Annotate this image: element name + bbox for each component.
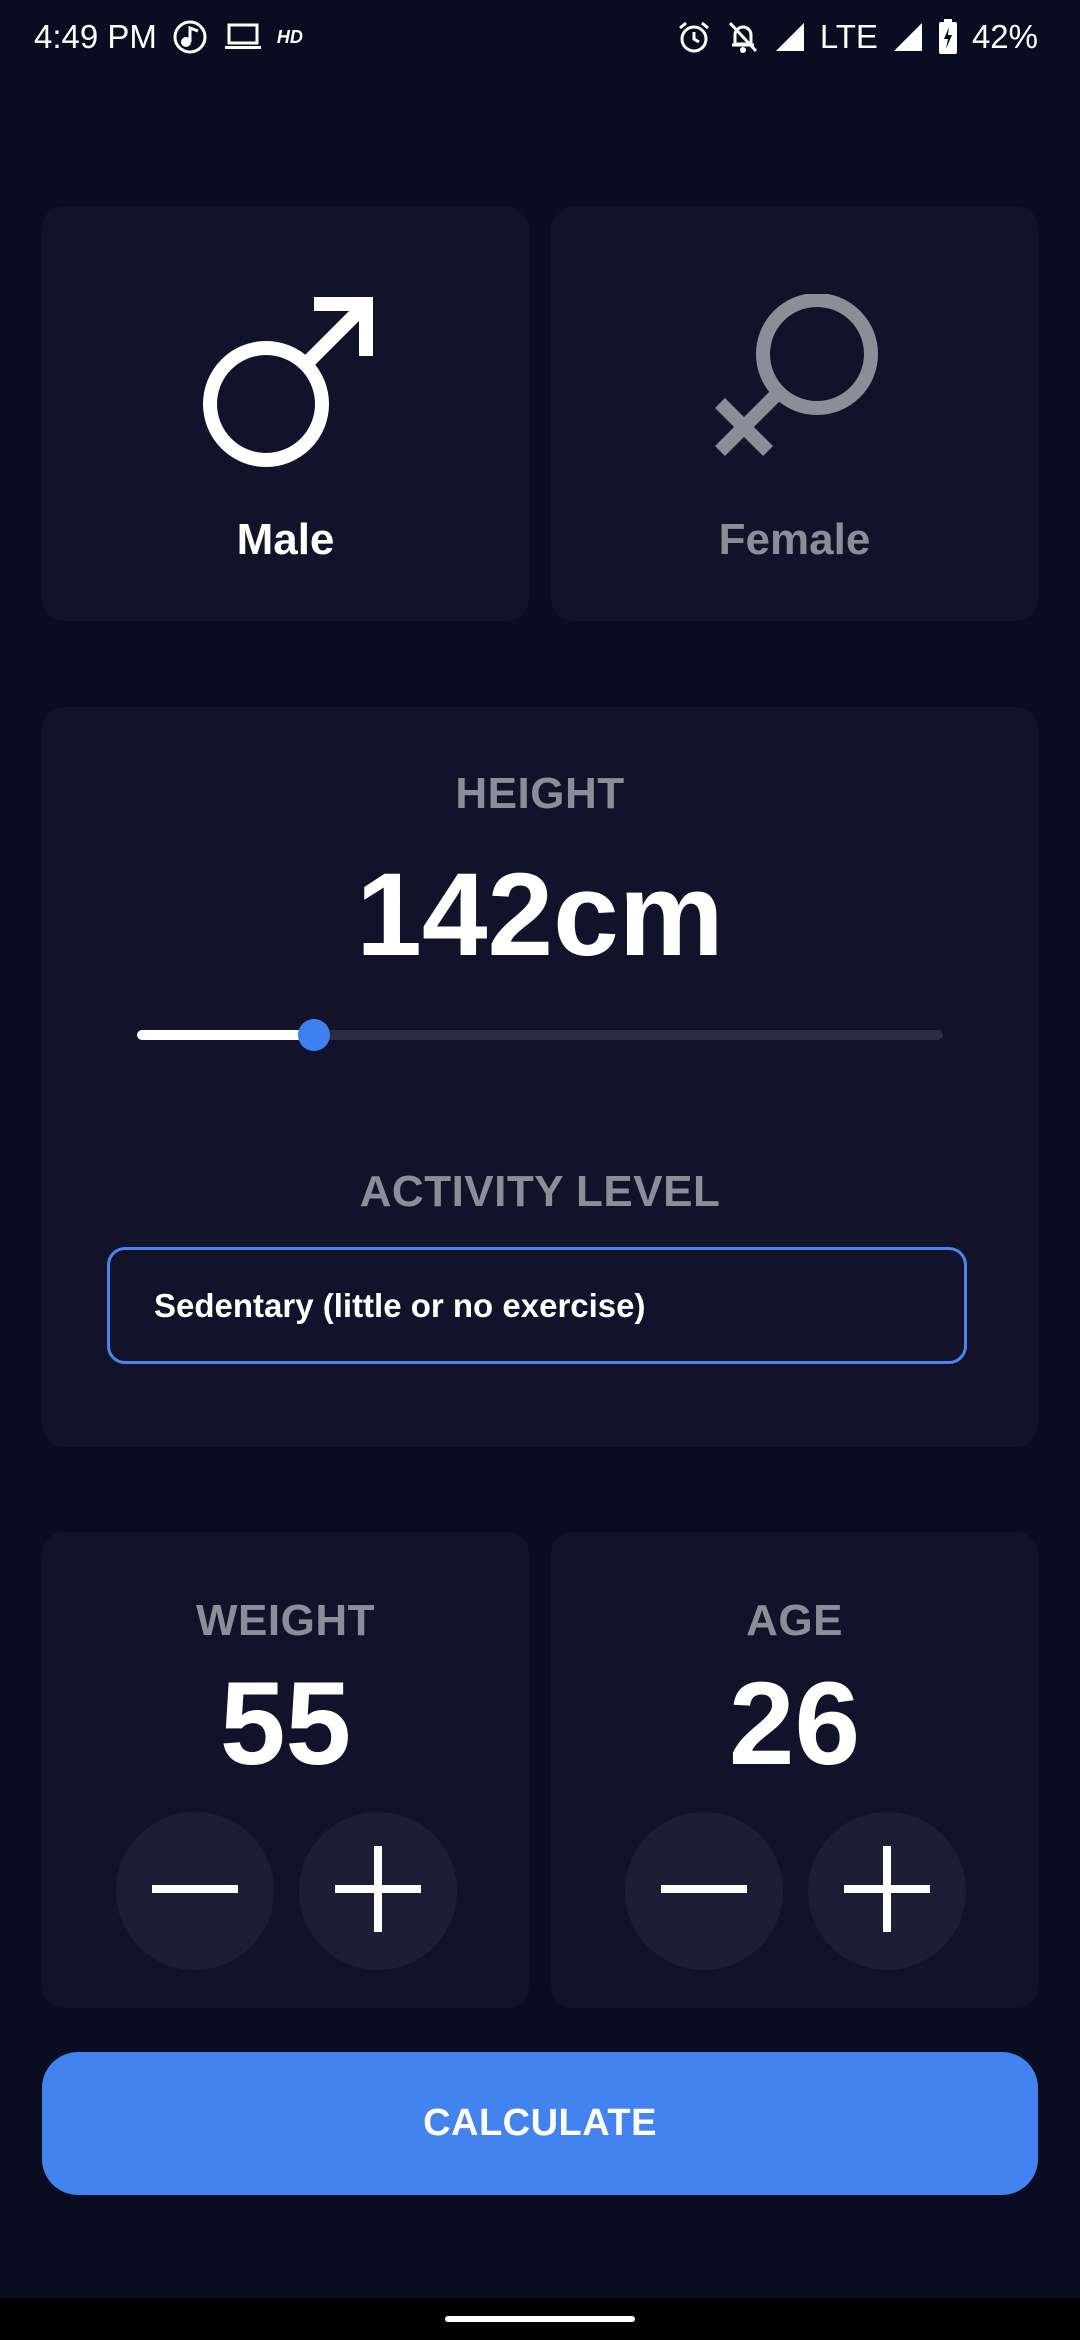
signal-icon bbox=[774, 21, 806, 53]
male-icon bbox=[196, 294, 376, 479]
height-activity-card: HEIGHT 142cm ACTIVITY LEVEL Sedentary (l… bbox=[42, 707, 1038, 1447]
weight-decrement-button[interactable] bbox=[116, 1812, 274, 1970]
minus-icon bbox=[659, 1844, 749, 1939]
calculate-label: CALCULATE bbox=[423, 2102, 657, 2144]
laptop-icon bbox=[223, 21, 263, 53]
activity-level-value: Sedentary (little or no exercise) bbox=[154, 1286, 646, 1324]
female-card[interactable]: Female bbox=[551, 206, 1038, 621]
alarm-icon bbox=[676, 19, 712, 55]
status-bar-right: LTE 42% bbox=[676, 18, 1038, 56]
status-bar: 4:49 PM HD LTE 42% bbox=[0, 0, 1080, 80]
music-notification-icon bbox=[171, 18, 209, 56]
height-slider[interactable] bbox=[137, 1018, 943, 1051]
slider-fill bbox=[137, 1030, 315, 1040]
male-label: Male bbox=[236, 515, 335, 564]
status-time: 4:49 PM bbox=[34, 18, 157, 55]
slider-thumb[interactable] bbox=[298, 1019, 331, 1051]
minus-icon bbox=[150, 1844, 240, 1939]
plus-icon bbox=[842, 1844, 932, 1939]
age-value: 26 bbox=[728, 1658, 861, 1790]
age-label: AGE bbox=[746, 1596, 843, 1645]
height-value: 142cm bbox=[356, 849, 724, 981]
female-icon bbox=[705, 293, 885, 479]
female-label: Female bbox=[718, 515, 871, 564]
battery-percent: 42% bbox=[971, 18, 1038, 55]
plus-icon bbox=[333, 1844, 423, 1939]
hd-icon: HD bbox=[276, 26, 303, 47]
activity-level-label: ACTIVITY LEVEL bbox=[359, 1167, 721, 1216]
calculate-button[interactable]: CALCULATE bbox=[42, 2052, 1038, 2195]
home-indicator[interactable] bbox=[445, 2316, 635, 2322]
weight-increment-button[interactable] bbox=[299, 1812, 457, 1970]
weight-card: WEIGHT 55 bbox=[42, 1532, 529, 2008]
height-label: HEIGHT bbox=[455, 769, 625, 818]
weight-label: WEIGHT bbox=[196, 1596, 375, 1645]
network-type: LTE bbox=[819, 18, 878, 55]
status-bar-left: 4:49 PM HD bbox=[34, 18, 303, 56]
battery-charging-icon bbox=[938, 19, 958, 55]
male-card[interactable]: Male bbox=[42, 206, 529, 621]
age-card: AGE 26 bbox=[551, 1532, 1038, 2008]
navigation-bar bbox=[0, 2298, 1080, 2340]
weight-value: 55 bbox=[219, 1658, 352, 1790]
age-increment-button[interactable] bbox=[808, 1812, 966, 1970]
signal-icon bbox=[892, 21, 924, 53]
activity-level-dropdown[interactable]: Sedentary (little or no exercise) bbox=[107, 1247, 967, 1364]
age-decrement-button[interactable] bbox=[625, 1812, 783, 1970]
notifications-off-icon bbox=[726, 19, 760, 55]
